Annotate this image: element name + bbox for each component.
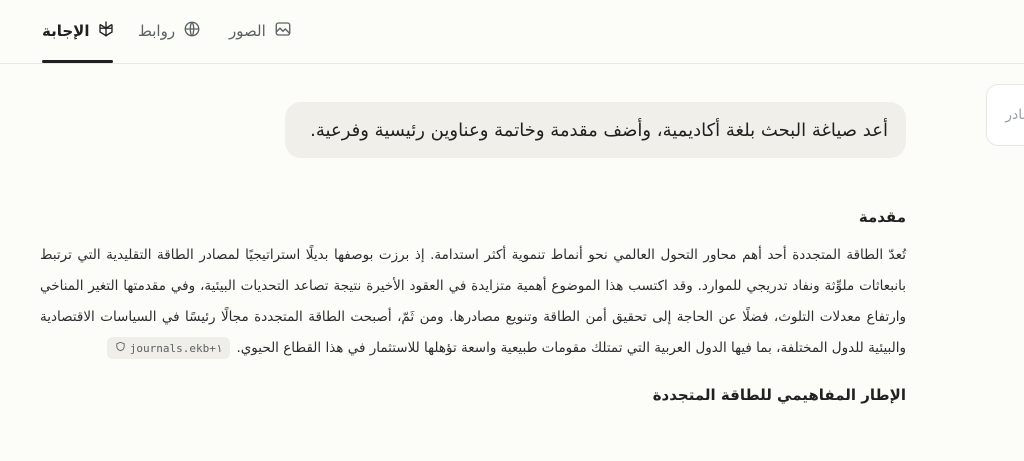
- tab-images[interactable]: الصور: [229, 18, 292, 44]
- user-query-text: أعد صياغة البحث بلغة أكاديمية، وأضف مقدم…: [310, 119, 888, 141]
- intro-paragraph: تُعدّ الطاقة المتجددة أحد أهم محاور التح…: [40, 240, 906, 364]
- answer-body: مقدمة تُعدّ الطاقة المتجددة أحد أهم محاو…: [40, 200, 906, 418]
- tab-links-label: روابط: [138, 22, 176, 40]
- image-icon: [274, 20, 292, 42]
- tab-bar: الإجابة روابط الصور: [0, 0, 1024, 64]
- perplexity-logo-icon: [97, 20, 115, 42]
- sources-panel-stub[interactable]: مادر: [986, 84, 1024, 146]
- source-shield-icon: [115, 333, 126, 364]
- globe-icon: [183, 20, 201, 42]
- tab-images-label: الصور: [229, 22, 266, 40]
- active-tab-indicator: [42, 60, 113, 63]
- intro-heading: مقدمة: [858, 208, 906, 226]
- user-query-bubble: أعد صياغة البحث بلغة أكاديمية، وأضف مقدم…: [285, 102, 906, 158]
- sources-panel-label: مادر: [1005, 107, 1024, 123]
- tab-answer[interactable]: الإجابة: [42, 18, 115, 44]
- tab-answer-label: الإجابة: [42, 22, 90, 40]
- citation-label: journals.ekb+١: [129, 341, 223, 355]
- tab-links[interactable]: روابط: [138, 18, 201, 44]
- section-heading: الإطار المفاهيمي للطاقة المتجددة: [652, 386, 906, 404]
- citation-chip[interactable]: journals.ekb+١: [106, 337, 231, 359]
